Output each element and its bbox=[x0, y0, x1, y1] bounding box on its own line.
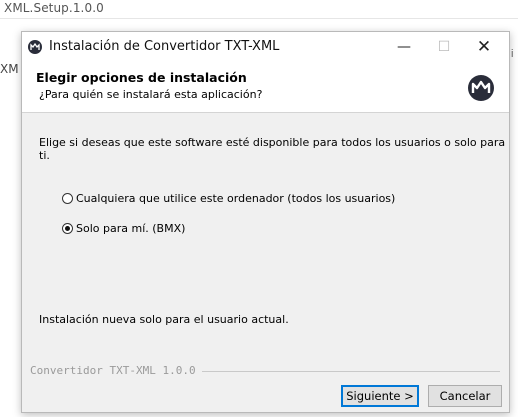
radio-label[interactable]: Solo para mí. (BMX) bbox=[76, 222, 185, 235]
radio-current-user[interactable]: Solo para mí. (BMX) bbox=[62, 222, 185, 235]
radio-circle[interactable] bbox=[62, 193, 73, 204]
background-window-title: XML.Setup.1.0.0 bbox=[4, 1, 104, 15]
brand-logo-icon bbox=[468, 75, 494, 101]
branding-text: Convertidor TXT-XML 1.0.0 bbox=[30, 364, 202, 377]
title-bar[interactable]: Instalación de Convertidor TXT-XML — ☐ ✕ bbox=[22, 32, 509, 62]
radio-all-users[interactable]: Cualquiera que utilice este ordenador (t… bbox=[62, 192, 395, 205]
page-title: Elegir opciones de instalación bbox=[36, 70, 247, 85]
scope-prompt: Elige si deseas que este software esté d… bbox=[39, 136, 506, 162]
cancel-button[interactable]: Cancelar bbox=[428, 385, 502, 407]
background-divider bbox=[0, 18, 518, 19]
close-button[interactable]: ✕ bbox=[464, 32, 504, 62]
next-button[interactable]: Siguiente > bbox=[341, 385, 419, 407]
install-info-text: Instalación nueva solo para el usuario a… bbox=[39, 313, 289, 326]
radio-label[interactable]: Cualquiera que utilice este ordenador (t… bbox=[76, 192, 395, 205]
window-title: Instalación de Convertidor TXT-XML bbox=[49, 39, 280, 54]
background-text-fragment-right: i bbox=[511, 48, 514, 60]
app-logo-icon bbox=[28, 40, 42, 54]
minimize-button[interactable]: — bbox=[384, 32, 424, 62]
page-header: Elegir opciones de instalación ¿Para qui… bbox=[22, 62, 509, 113]
page-subtitle: ¿Para quién se instalará esta aplicación… bbox=[39, 88, 263, 101]
maximize-button[interactable]: ☐ bbox=[424, 32, 464, 62]
background-text-fragment: XM bbox=[0, 62, 19, 76]
radio-circle-selected[interactable] bbox=[62, 223, 73, 234]
installer-window: Instalación de Convertidor TXT-XML — ☐ ✕… bbox=[21, 31, 510, 413]
